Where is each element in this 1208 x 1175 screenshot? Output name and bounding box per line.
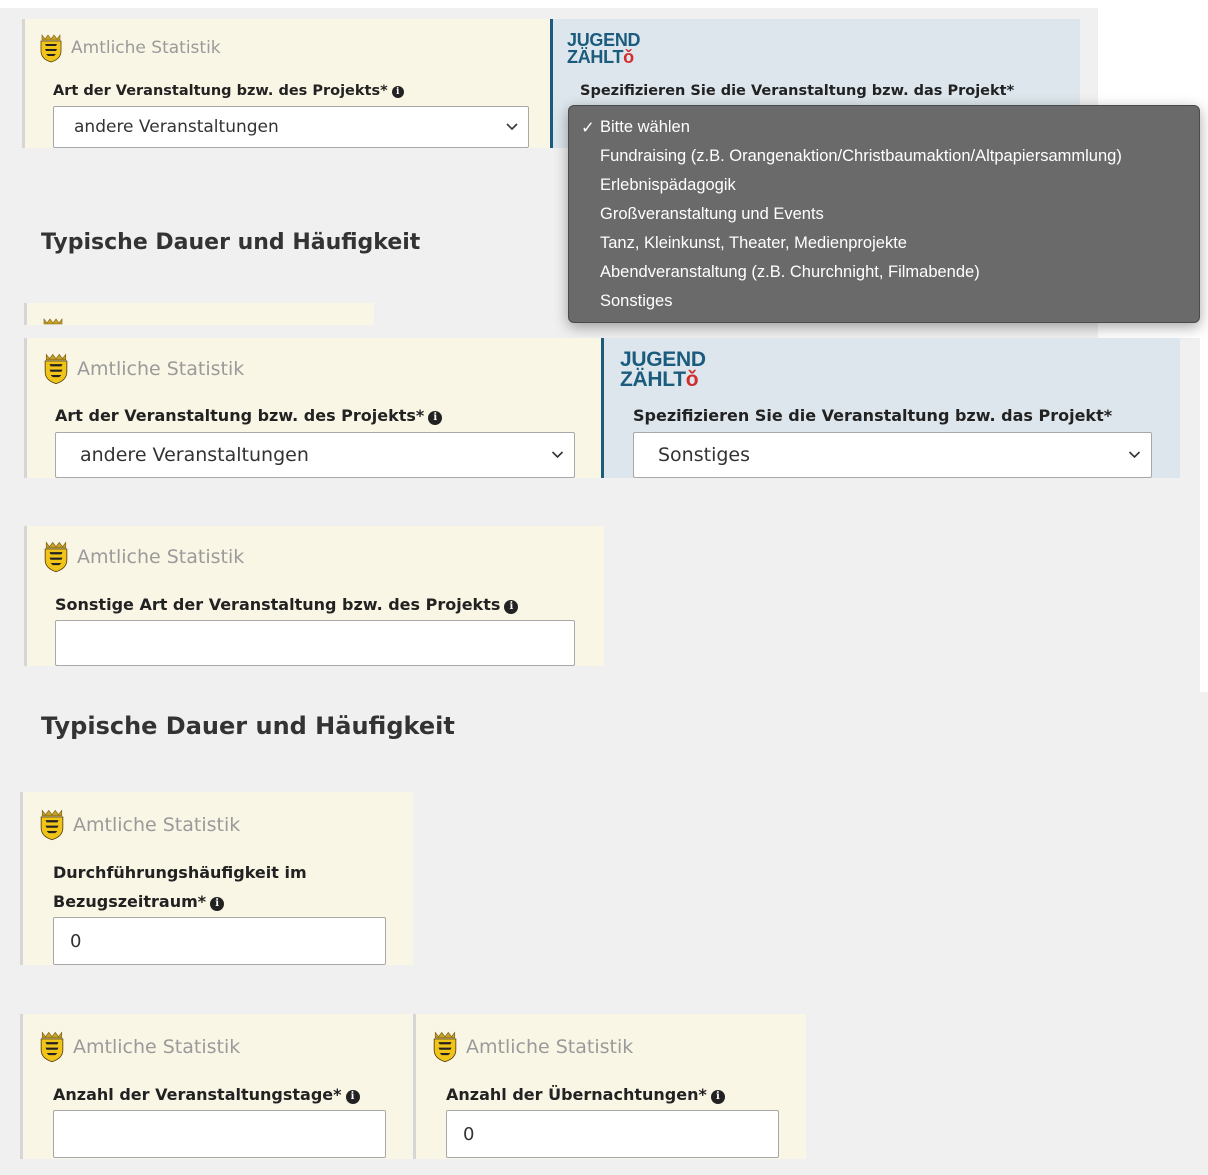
logo-line1: JUGEND bbox=[620, 348, 706, 371]
uebernachtungen-input-value: 0 bbox=[463, 1123, 475, 1145]
art-label: Art der Veranstaltung bzw. des Projekts*… bbox=[55, 406, 443, 425]
spez-select-value: Sonstiges bbox=[658, 444, 751, 466]
spez-dropdown-menu[interactable]: ✓ Bitte wählen Fundraising (z.B. Orangen… bbox=[568, 105, 1200, 323]
chevron-down-icon bbox=[551, 451, 564, 459]
spez-label: Spezifizieren Sie die Veranstaltung bzw.… bbox=[580, 83, 1015, 99]
checkmark-icon: ✓ bbox=[581, 119, 595, 137]
option-label: Fundraising (z.B. Orangenaktion/Christba… bbox=[600, 147, 1122, 165]
amtlich-title: Amtliche Statistik bbox=[77, 357, 245, 380]
art-label-text: Art der Veranstaltung bzw. des Projekts* bbox=[53, 83, 388, 99]
chevron-down-icon bbox=[1128, 451, 1141, 459]
option-label: Sonstiges bbox=[600, 292, 673, 310]
amtlich-card-partial bbox=[24, 303, 374, 325]
info-icon[interactable]: i bbox=[428, 411, 443, 425]
sonstige-label: Sonstige Art der Veranstaltung bzw. des … bbox=[55, 595, 519, 614]
amtlich-header: Amtliche Statistik bbox=[39, 808, 240, 841]
logo-line2: ZÄHLT bbox=[567, 47, 624, 68]
crest-icon bbox=[40, 34, 62, 63]
haeufigkeit-label-text: Bezugszeitraum* bbox=[53, 892, 207, 911]
option-label: Tanz, Kleinkunst, Theater, Medienprojekt… bbox=[600, 234, 907, 252]
amtlich-card-sonstige: Amtliche Statistik Sonstige Art der Vera… bbox=[24, 526, 604, 666]
amtlich-title: Amtliche Statistik bbox=[77, 545, 245, 568]
section-title: Typische Dauer und Häufigkeit bbox=[41, 712, 455, 740]
sonstige-label-text: Sonstige Art der Veranstaltung bzw. des … bbox=[55, 595, 501, 614]
info-icon[interactable]: i bbox=[345, 1090, 360, 1104]
logo-symbol-icon: ǒ bbox=[685, 367, 699, 391]
amtlich-header: Amtliche Statistik bbox=[43, 352, 244, 385]
amtlich-title: Amtliche Statistik bbox=[71, 38, 221, 58]
spez-select[interactable]: Sonstiges bbox=[633, 432, 1152, 478]
uebernachtungen-input[interactable]: 0 bbox=[446, 1110, 779, 1158]
amtlich-card-haeufigkeit: Amtliche Statistik Durchführungshäufigke… bbox=[20, 792, 413, 965]
option-label: Abendveranstaltung (z.B. Churchnight, Fi… bbox=[600, 263, 980, 281]
tage-label-text: Anzahl der Veranstaltungstage* bbox=[53, 1085, 342, 1104]
amtlich-card-tage: Amtliche Statistik Anzahl der Veranstalt… bbox=[20, 1014, 413, 1159]
jugend-zaehlt-logo: JUGEND ZÄHLTǒ bbox=[567, 31, 641, 68]
option-label: Erlebnispädagogik bbox=[600, 176, 736, 194]
haeufigkeit-input[interactable]: 0 bbox=[53, 917, 386, 965]
crest-icon bbox=[40, 1031, 64, 1063]
chevron-down-icon bbox=[506, 123, 518, 131]
amtlich-title: Amtliche Statistik bbox=[73, 1035, 241, 1058]
jugend-card-spez: JUGEND ZÄHLTǒ Spezifizieren Sie die Vera… bbox=[601, 338, 1180, 478]
amtlich-title: Amtliche Statistik bbox=[466, 1035, 634, 1058]
option-label: Großveranstaltung und Events bbox=[600, 205, 824, 223]
uebernachtungen-label-text: Anzahl der Übernachtungen* bbox=[446, 1085, 707, 1104]
tage-label: Anzahl der Veranstaltungstage* i bbox=[53, 1085, 360, 1104]
haeufigkeit-input-value: 0 bbox=[70, 930, 82, 952]
haeufigkeit-label-line1: Durchführungshäufigkeit im bbox=[53, 863, 307, 882]
art-label-text: Art der Veranstaltung bzw. des Projekts* bbox=[55, 406, 425, 425]
art-select-value: andere Veranstaltungen bbox=[74, 117, 279, 137]
section-title-top: Typische Dauer und Häufigkeit bbox=[41, 230, 421, 255]
amtlich-header: Amtliche Statistik bbox=[39, 33, 221, 63]
art-select-value: andere Veranstaltungen bbox=[80, 444, 309, 466]
amtlich-card-art-top: Amtliche Statistik Art der Veranstaltung… bbox=[22, 19, 552, 148]
spez-label: Spezifizieren Sie die Veranstaltung bzw.… bbox=[633, 406, 1113, 425]
amtlich-title: Amtliche Statistik bbox=[73, 813, 241, 836]
amtlich-card-uebernachtungen: Amtliche Statistik Anzahl der Übernachtu… bbox=[413, 1014, 806, 1159]
tage-input[interactable] bbox=[53, 1110, 386, 1158]
sonstige-input[interactable] bbox=[55, 620, 575, 666]
art-select[interactable]: andere Veranstaltungen bbox=[53, 106, 529, 148]
amtlich-header: Amtliche Statistik bbox=[39, 1030, 240, 1063]
amtlich-header: Amtliche Statistik bbox=[432, 1030, 633, 1063]
jugend-zaehlt-logo: JUGEND ZÄHLTǒ bbox=[620, 348, 706, 391]
uebernachtungen-label: Anzahl der Übernachtungen* i bbox=[446, 1085, 725, 1104]
info-icon[interactable]: i bbox=[391, 86, 404, 98]
info-icon[interactable]: i bbox=[504, 600, 519, 614]
crest-icon bbox=[433, 1031, 457, 1063]
crest-icon bbox=[44, 353, 68, 385]
crest-icon bbox=[43, 318, 63, 325]
option-label: Bitte wählen bbox=[600, 118, 690, 136]
amtlich-card-art: Amtliche Statistik Art der Veranstaltung… bbox=[24, 338, 604, 478]
art-select[interactable]: andere Veranstaltungen bbox=[55, 432, 575, 478]
logo-symbol-icon: ǒ bbox=[623, 47, 634, 68]
crest-icon bbox=[44, 541, 68, 573]
crest-icon bbox=[40, 809, 64, 841]
amtlich-header: Amtliche Statistik bbox=[43, 540, 244, 573]
haeufigkeit-label-line2: Bezugszeitraum* i bbox=[53, 892, 225, 911]
info-icon[interactable]: i bbox=[710, 1090, 725, 1104]
logo-line2: ZÄHLT bbox=[620, 367, 686, 391]
info-icon[interactable]: i bbox=[210, 897, 225, 911]
art-label: Art der Veranstaltung bzw. des Projekts*… bbox=[53, 83, 404, 99]
